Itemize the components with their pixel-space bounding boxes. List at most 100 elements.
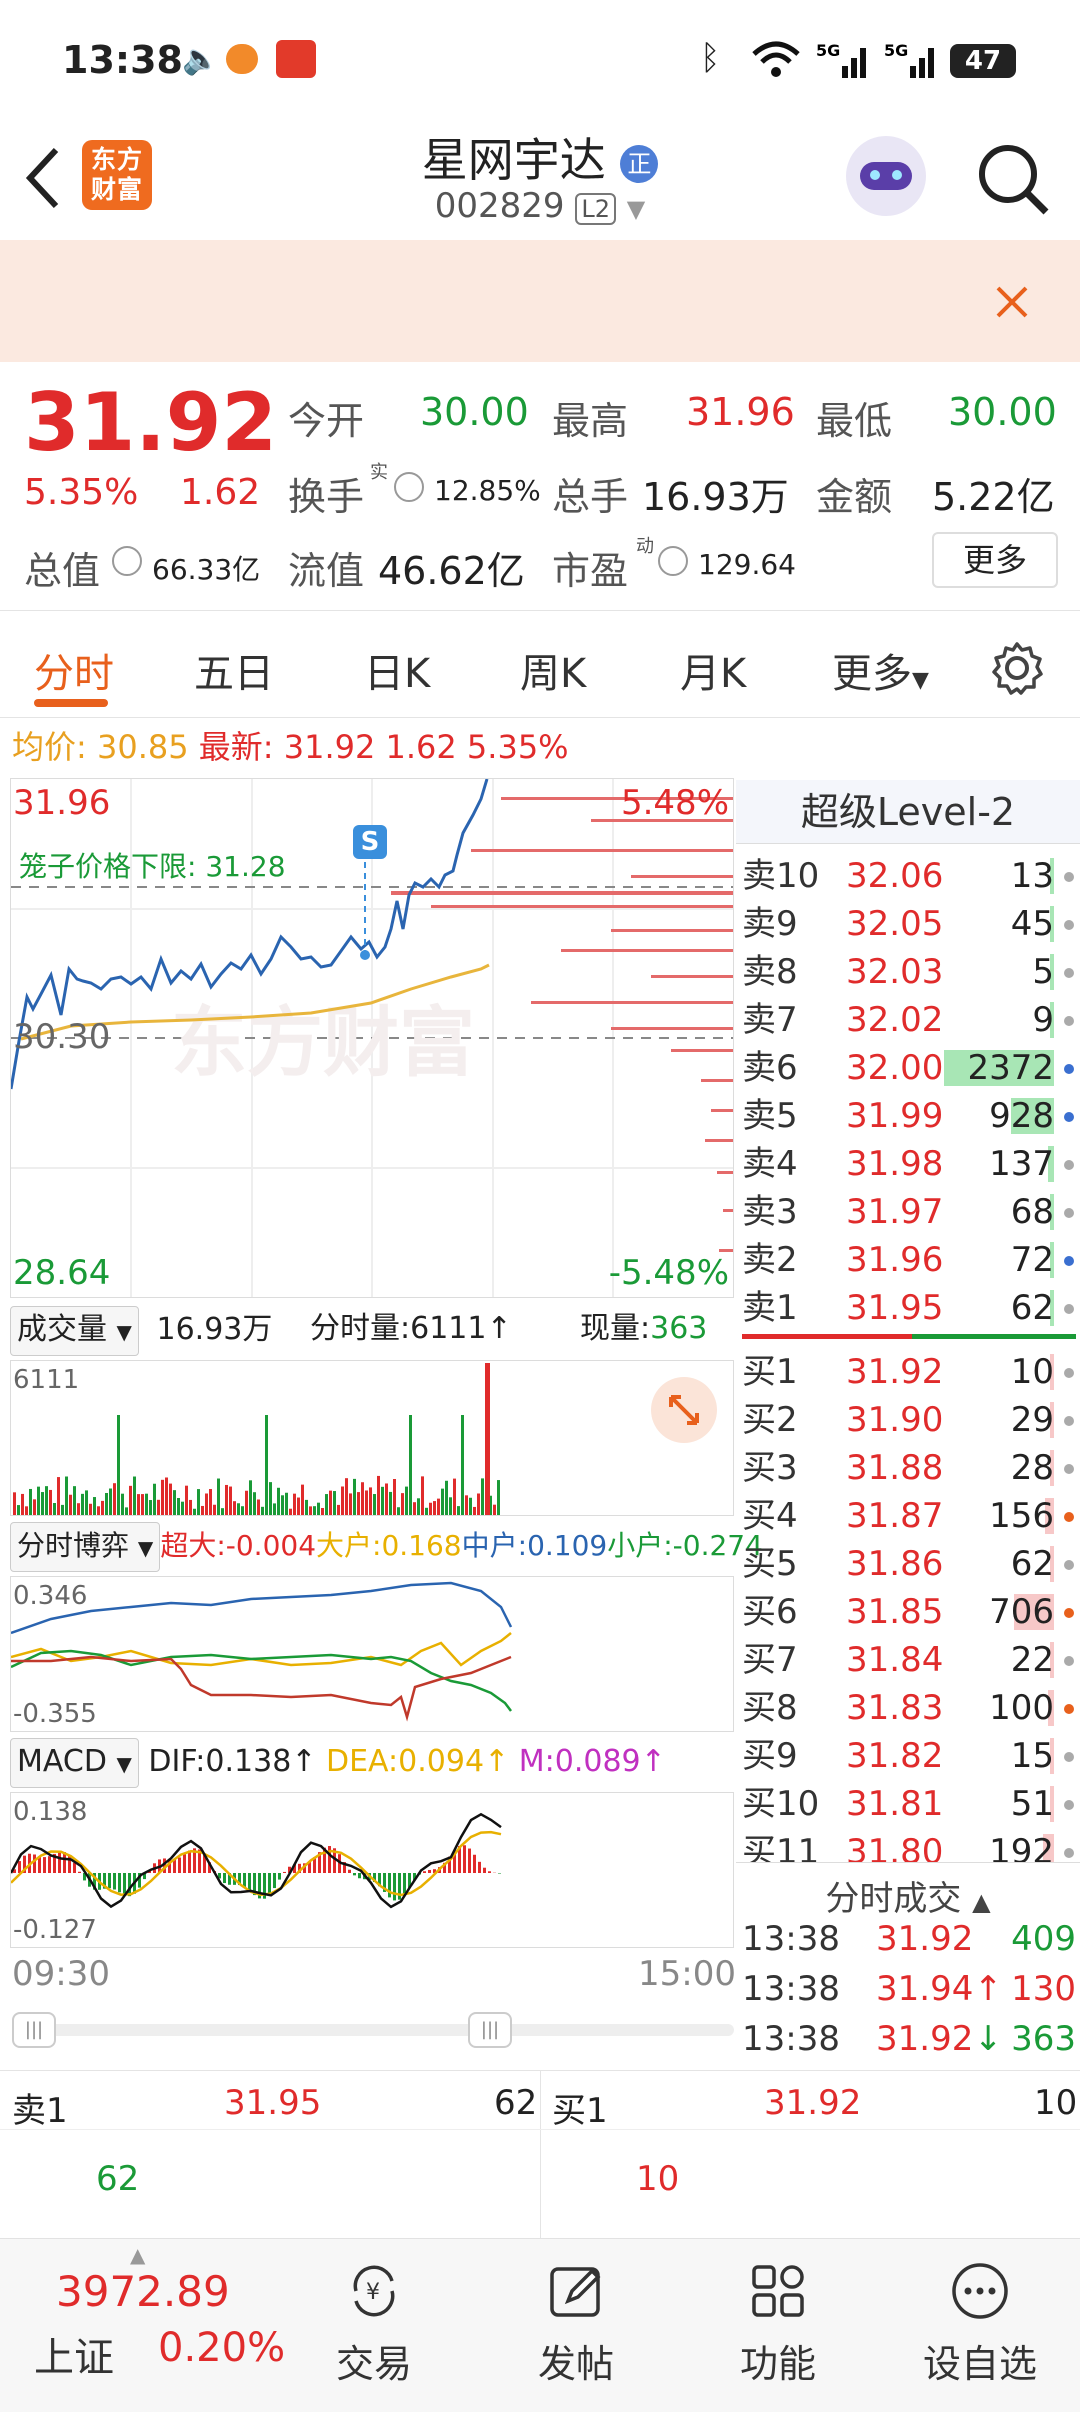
bid-label: 买7 — [742, 1640, 798, 1680]
post-label: 发帖 — [537, 2342, 614, 2386]
bid-row[interactable]: 买6 31.85 706 — [742, 1588, 1076, 1636]
volume-bar — [273, 1503, 276, 1515]
order-book-title[interactable]: 超级Level-2 — [736, 780, 1080, 844]
add-watchlist-button[interactable]: 设自选 — [880, 2239, 1080, 2412]
volume-bar — [189, 1499, 192, 1515]
bid-row[interactable]: 买4 31.87 156 — [742, 1492, 1076, 1540]
tab-five-day[interactable]: 五日 — [194, 641, 274, 699]
macd-bar — [123, 1873, 126, 1896]
volume-bar — [21, 1493, 24, 1515]
function-label: 功能 — [739, 2342, 816, 2386]
bid-row[interactable]: 买1 31.92 10 — [742, 1348, 1076, 1396]
macd-bar — [248, 1873, 251, 1891]
scroller-right-handle[interactable]: ||| — [468, 2012, 512, 2048]
function-button[interactable]: 功能 — [678, 2239, 878, 2412]
svg-text:¥: ¥ — [366, 2280, 380, 2305]
info-icon[interactable] — [394, 472, 424, 502]
volume-bar — [381, 1486, 384, 1515]
volume-selector[interactable]: 成交量 ▼ — [10, 1306, 139, 1356]
status-time: 13:38 — [62, 38, 183, 82]
bid-row[interactable]: 买3 31.88 28 — [742, 1444, 1076, 1492]
volume-bar — [281, 1495, 284, 1515]
volume-bar — [25, 1506, 28, 1515]
edit-post-icon — [550, 2267, 601, 2317]
ask-row[interactable]: 卖6 32.00 2372 — [742, 1044, 1076, 1092]
tab-daily-k[interactable]: 日K — [364, 641, 430, 699]
trades-title[interactable]: 分时成交 ▲ — [736, 1871, 1080, 1920]
bid-dot — [1064, 1560, 1074, 1570]
low-label: 最低 — [816, 399, 893, 443]
info-icon-pe[interactable] — [658, 546, 688, 576]
volume-bar — [165, 1477, 168, 1515]
ask-row[interactable]: 卖2 31.96 72 — [742, 1236, 1076, 1284]
volume-bar — [177, 1497, 180, 1515]
volume-bar — [37, 1486, 40, 1515]
trade-label: 交易 — [335, 2342, 412, 2386]
flow-chart[interactable]: 0.346 -0.355 — [10, 1576, 734, 1732]
tab-weekly-k[interactable]: 周K — [520, 641, 586, 699]
ask-row[interactable]: 卖1 31.95 62 — [742, 1284, 1076, 1332]
volume-bar — [57, 1477, 60, 1515]
bid-row[interactable]: 买2 31.90 29 — [742, 1396, 1076, 1444]
close-icon[interactable] — [996, 286, 1028, 318]
ask-row[interactable]: 卖3 31.97 68 — [742, 1188, 1076, 1236]
bid-volume: 29 — [1010, 1400, 1054, 1440]
ask-row[interactable]: 卖9 32.05 45 — [742, 900, 1076, 948]
small-label: 小户: — [607, 1529, 673, 1562]
tab-more[interactable]: 更多▼ — [832, 641, 929, 699]
bid-row[interactable]: 买5 31.86 62 — [742, 1540, 1076, 1588]
price-chart[interactable]: 东方财富 31.96 30.30 28.64 5.48% -5.48% 笼子价格… — [10, 778, 734, 1298]
ask-row[interactable]: 卖7 32.02 9 — [742, 996, 1076, 1044]
trades-panel[interactable]: 分时成交 ▲ 13:38 31.92 409 13:38 31.94 ↑ 130 13:38 3… — [736, 1862, 1080, 2070]
sell-marker[interactable]: S — [353, 825, 387, 859]
book-divider-red — [742, 1334, 912, 1339]
index-widget[interactable]: ▲ 3972.89 上证 0.20% — [0, 2239, 300, 2412]
volume-bar — [305, 1499, 308, 1515]
volume-bar — [481, 1478, 484, 1515]
scroller-left-handle[interactable]: ||| — [12, 2012, 56, 2048]
tab-monthly-k[interactable]: 月K — [680, 641, 746, 699]
bid-row[interactable]: 买10 31.81 51 — [742, 1780, 1076, 1828]
chevron-down-icon: ▼ — [912, 668, 929, 693]
flow-selector[interactable]: 分时博弈 ▼ — [10, 1522, 161, 1572]
volume-bar — [397, 1507, 400, 1515]
macd-chart[interactable]: 0.138 -0.127 — [10, 1792, 734, 1948]
post-button[interactable]: 发帖 — [476, 2239, 676, 2412]
volume-bar — [389, 1491, 392, 1515]
macd-selector[interactable]: MACD ▼ — [10, 1738, 139, 1788]
volume-bar — [469, 1497, 472, 1515]
settings-gear-icon[interactable] — [990, 641, 1044, 695]
trade-button[interactable]: ¥ 交易 — [274, 2239, 474, 2412]
volume-bar — [477, 1493, 480, 1515]
bid-row[interactable]: 买8 31.83 100 — [742, 1684, 1076, 1732]
ask-row[interactable]: 卖10 32.06 13 — [742, 852, 1076, 900]
bid-dot — [1064, 1656, 1074, 1666]
ask-row[interactable]: 卖8 32.03 5 — [742, 948, 1076, 996]
volume-bar — [453, 1478, 456, 1515]
m-value: 0.089 — [554, 1744, 641, 1779]
info-icon-mcap[interactable] — [112, 546, 142, 576]
volume-bar — [257, 1499, 260, 1515]
bid-row[interactable]: 买9 31.82 15 — [742, 1732, 1076, 1780]
ask-row[interactable]: 卖4 31.98 137 — [742, 1140, 1076, 1188]
ask-row[interactable]: 卖5 31.99 928 — [742, 1092, 1076, 1140]
bid-row[interactable]: 买7 31.84 22 — [742, 1636, 1076, 1684]
search-icon[interactable] — [976, 142, 1050, 216]
volume-bar — [337, 1504, 340, 1515]
float-label: 流值 — [288, 549, 365, 593]
expand-icon[interactable] — [651, 1377, 717, 1443]
divider-h — [0, 2129, 1080, 2130]
bid-label: 买4 — [742, 1496, 798, 1536]
volume-header: 成交量 ▼ 16.93万 分时量:6111↑ 现量:363 — [10, 1306, 734, 1356]
tab-active-indicator — [34, 699, 108, 707]
range-scroller[interactable] — [12, 2024, 734, 2036]
trade-time: 13:38 — [742, 1919, 840, 1959]
volume-chart[interactable]: 6111 — [10, 1360, 734, 1516]
volume-bar — [277, 1487, 280, 1515]
robot-assistant-avatar[interactable] — [846, 136, 926, 216]
more-button[interactable]: 更多 — [932, 532, 1058, 588]
ask-label: 卖5 — [742, 1096, 798, 1136]
tab-intraday[interactable]: 分时 — [34, 641, 114, 699]
volume-bar — [253, 1492, 256, 1515]
best-bid-vol: 10 — [1034, 2083, 1078, 2123]
